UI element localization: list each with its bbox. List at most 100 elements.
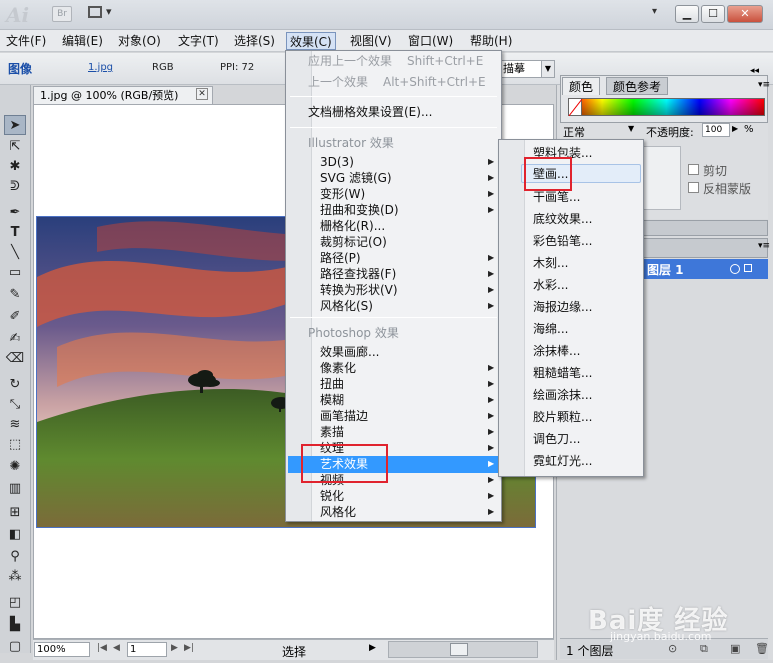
eraser-tool-icon[interactable]: ⌫ (4, 349, 26, 369)
eyedropper-tool-icon[interactable]: ⚲ (4, 547, 26, 567)
blend-mode-select[interactable]: 正常 (563, 124, 623, 139)
menu-item-stylize-photoshop[interactable]: 风格化 (320, 504, 356, 520)
opacity-slider-icon[interactable]: ▶ (732, 124, 738, 133)
new-layer-icon[interactable]: ▣ (730, 642, 740, 655)
menu-item-effect-gallery[interactable]: 效果画廊... (320, 344, 379, 360)
symbol-sprayer-tool-icon[interactable]: ✺ (4, 457, 26, 477)
menu-item-brush-strokes[interactable]: 画笔描边 (320, 408, 368, 424)
live-paint-tool-icon[interactable]: ◰ (4, 593, 26, 613)
status-menu-icon[interactable]: ▶ (369, 643, 376, 653)
submenu-item-colored-pencil[interactable]: 彩色铅笔... (533, 233, 592, 249)
menu-select[interactable]: 选择(S) (231, 32, 278, 50)
menu-item-distort-transform[interactable]: 扭曲和变换(D) (320, 202, 399, 218)
submenu-item-film-grain[interactable]: 胶片颗粒... (533, 409, 592, 425)
paintbrush-tool-icon[interactable]: ✎ (4, 285, 26, 305)
bridge-button[interactable]: Br (52, 6, 72, 22)
maximize-button[interactable]: ☐ (701, 5, 725, 23)
pencil-tool-icon[interactable]: ✐ (4, 307, 26, 327)
invert-mask-checkbox[interactable] (688, 182, 699, 193)
submenu-item-dry-brush[interactable]: 干画笔... (533, 189, 580, 205)
layer-selection-indicator[interactable] (744, 264, 752, 272)
menu-item-3d[interactable]: 3D(3) (320, 154, 354, 170)
chevron-down-icon[interactable]: ▼ (628, 124, 634, 133)
magic-wand-tool-icon[interactable]: ✱ (4, 157, 26, 177)
tab-color[interactable]: 颜色 (562, 77, 601, 95)
menu-item-warp[interactable]: 变形(W) (320, 186, 365, 202)
direct-selection-tool-icon[interactable]: ⇱ (4, 137, 26, 157)
free-transform-tool-icon[interactable]: ⬚ (4, 435, 26, 455)
submenu-item-poster-edges[interactable]: 海报边缘... (533, 299, 592, 315)
zoom-field[interactable]: 100% (34, 642, 90, 657)
menu-item-pathfinder[interactable]: 路径查找器(F) (320, 266, 396, 282)
submenu-item-watercolor[interactable]: 水彩... (533, 277, 568, 293)
pen-tool-icon[interactable]: ✒ (4, 203, 26, 223)
blend-tool-icon[interactable]: ⁂ (4, 567, 26, 587)
menu-item-last-effect[interactable]: 上一个效果 (308, 74, 368, 90)
clip-checkbox[interactable] (688, 164, 699, 175)
submenu-item-paint-daubs[interactable]: 绘画涂抹... (533, 387, 592, 403)
rotate-tool-icon[interactable]: ↻ (4, 375, 26, 395)
warp-tool-icon[interactable]: ≋ (4, 415, 26, 435)
menu-item-sharpen[interactable]: 锐化 (320, 488, 344, 504)
menu-window[interactable]: 窗口(W) (405, 32, 456, 50)
line-tool-icon[interactable]: ╲ (4, 243, 26, 263)
menu-type[interactable]: 文字(T) (175, 32, 222, 50)
submenu-item-cutout[interactable]: 木刻... (533, 255, 568, 271)
layer-name[interactable]: 图层 1 (647, 261, 684, 278)
menu-file[interactable]: 文件(F) (3, 32, 49, 50)
prev-page-icon[interactable]: ◀ (113, 643, 120, 653)
menu-effect[interactable]: 效果(C) (286, 32, 336, 50)
selection-tool-icon[interactable]: ➤ (4, 115, 26, 135)
menu-edit[interactable]: 编辑(E) (59, 32, 106, 50)
menu-view[interactable]: 视图(V) (347, 32, 395, 50)
submenu-item-underpainting[interactable]: 底纹效果... (533, 211, 592, 227)
scale-tool-icon[interactable]: ⤡ (4, 395, 26, 415)
minimize-button[interactable]: ▁ (675, 5, 699, 23)
submenu-item-sponge[interactable]: 海绵... (533, 321, 568, 337)
close-button[interactable]: ✕ (727, 5, 763, 23)
mesh-tool-icon[interactable]: ⊞ (4, 503, 26, 523)
submenu-item-smudge-stick[interactable]: 涂抹棒... (533, 343, 580, 359)
linked-file-link[interactable]: 1.jpg (88, 62, 113, 73)
menu-item-convert-to-shape[interactable]: 转换为形状(V) (320, 282, 398, 298)
artboard-tool-icon[interactable]: ▢ (4, 637, 26, 657)
live-trace-button[interactable]: 描摹 (498, 60, 542, 78)
submenu-item-rough-pastels[interactable]: 粗糙蜡笔... (533, 365, 592, 381)
panel-menu-icon[interactable]: ▾≡ (758, 80, 770, 90)
menu-item-svg-filters[interactable]: SVG 滤镜(G) (320, 170, 392, 186)
tab-color-guide[interactable]: 颜色参考 (606, 77, 669, 95)
color-spectrum[interactable] (568, 98, 765, 116)
submenu-item-neon-glow[interactable]: 霓虹灯光... (533, 453, 592, 469)
next-page-icon[interactable]: ▶ (171, 643, 178, 653)
menu-item-blur[interactable]: 模糊 (320, 392, 344, 408)
collapse-panel-icon[interactable]: ◂◂ (750, 66, 759, 76)
locate-object-icon[interactable]: ⊙ (668, 642, 677, 655)
document-tab[interactable]: 1.jpg @ 100% (RGB/预览) (33, 86, 213, 104)
blob-brush-tool-icon[interactable]: ✍ (4, 329, 26, 349)
graph-tool-icon[interactable]: ▥ (4, 479, 26, 499)
menu-item-pixelate[interactable]: 像素化 (320, 360, 356, 376)
opacity-field[interactable]: 100 (702, 123, 730, 137)
menu-item-distort[interactable]: 扭曲 (320, 376, 344, 392)
menu-item-rasterize[interactable]: 栅格化(R)... (320, 218, 385, 234)
menu-item-apply-last-effect[interactable]: 应用上一个效果 (308, 53, 392, 69)
layer-target-icon[interactable] (730, 264, 740, 274)
layers-menu-icon[interactable]: ▾≡ (758, 241, 770, 251)
page-field[interactable]: 1 (127, 642, 167, 657)
new-sublayer-icon[interactable]: ⧉ (700, 642, 708, 656)
menu-help[interactable]: 帮助(H) (467, 32, 515, 50)
last-page-icon[interactable]: ▶| (184, 643, 194, 653)
close-tab-icon[interactable]: ✕ (196, 88, 208, 100)
first-page-icon[interactable]: |◀ (97, 643, 107, 653)
trace-options-dropdown-icon[interactable]: ▼ (541, 60, 555, 78)
menu-item-stylize-illustrator[interactable]: 风格化(S) (320, 298, 373, 314)
workspace-dropdown-icon[interactable]: ▾ (652, 6, 657, 17)
none-swatch[interactable] (568, 98, 582, 116)
type-tool-icon[interactable]: T (4, 223, 26, 243)
delete-layer-icon[interactable]: 🗑 (755, 642, 769, 655)
menu-item-crop-marks[interactable]: 裁剪标记(O) (320, 234, 387, 250)
gradient-tool-icon[interactable]: ◧ (4, 525, 26, 545)
submenu-item-palette-knife[interactable]: 调色刀... (533, 431, 580, 447)
rectangle-tool-icon[interactable]: ▭ (4, 263, 26, 283)
menu-item-path[interactable]: 路径(P) (320, 250, 361, 266)
